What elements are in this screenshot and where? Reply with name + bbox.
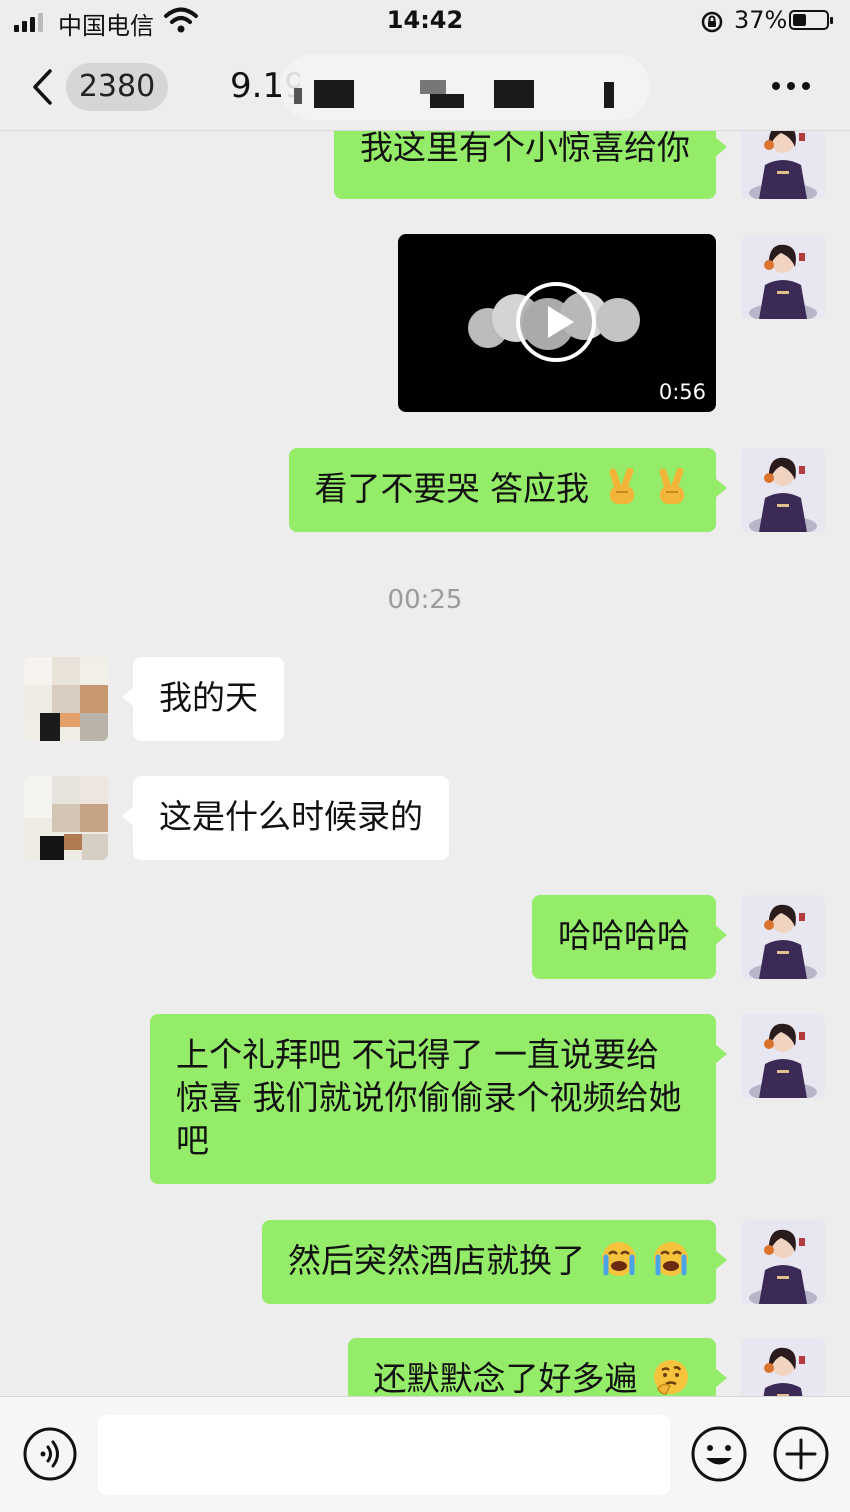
self-avatar[interactable]	[741, 131, 825, 199]
voice-input-icon[interactable]	[22, 1426, 78, 1482]
loudly-crying-face-icon	[654, 1242, 688, 1276]
battery-icon	[789, 10, 833, 30]
victory-hand-icon	[609, 468, 634, 504]
message-bubble-incoming[interactable]: 这是什么时候录的	[122, 776, 449, 860]
message-bubble-outgoing[interactable]: 上个礼拜吧 不记得了 一直说要给惊喜 我们就说你偷偷录个视频给她吧	[150, 1014, 727, 1184]
message-text: 上个礼拜吧 不记得了 一直说要给惊喜 我们就说你偷偷录个视频给她吧	[176, 1035, 682, 1160]
thinking-face-icon	[654, 1360, 688, 1395]
self-avatar[interactable]	[741, 235, 825, 319]
message-bubble-outgoing[interactable]: 看了不要哭 答应我	[288, 448, 727, 532]
message-text: 我这里有个小惊喜给你	[360, 131, 690, 167]
self-avatar[interactable]	[741, 1338, 825, 1396]
self-avatar[interactable]	[741, 895, 825, 979]
message-bubble-outgoing[interactable]: 我这里有个小惊喜给你	[334, 131, 727, 199]
emoji-picker-icon[interactable]	[690, 1425, 748, 1483]
message-bubble-incoming[interactable]: 我的天	[122, 657, 284, 741]
input-bar	[0, 1396, 850, 1512]
message-bubble-outgoing[interactable]: 哈哈哈哈	[532, 895, 727, 979]
message-text: 然后突然酒店就换了	[288, 1241, 585, 1280]
contact-avatar[interactable]	[24, 657, 108, 741]
more-functions-plus-icon[interactable]	[772, 1425, 830, 1483]
rotation-lock-icon	[701, 11, 723, 33]
contact-avatar[interactable]	[24, 776, 108, 860]
self-avatar[interactable]	[741, 1014, 825, 1098]
self-avatar[interactable]	[741, 1220, 825, 1304]
message-input[interactable]	[98, 1415, 670, 1495]
battery-percentage: 37%	[734, 6, 788, 34]
status-bar: 中国电信 14:42 37%	[0, 0, 850, 44]
message-text: 我的天	[159, 678, 258, 717]
victory-hand-icon	[659, 468, 684, 504]
message-text: 还默默念了好多遍	[373, 1359, 638, 1396]
message-text: 哈哈哈哈	[558, 916, 690, 955]
back-icon[interactable]	[30, 68, 54, 106]
more-options-icon[interactable]	[772, 82, 812, 94]
message-bubble-outgoing[interactable]: 然后突然酒店就换了	[262, 1220, 727, 1304]
message-timestamp: 00:25	[387, 585, 463, 615]
chat-header: 2380 9.19	[0, 44, 850, 131]
redacted-title-mosaic	[280, 44, 660, 130]
video-duration: 0:56	[658, 380, 706, 404]
message-list[interactable]: 我这里有个小惊喜给你 0:56 看了不要哭 答应我 00:25 我的天 这是什么…	[0, 131, 850, 1396]
message-text: 这是什么时候录的	[159, 797, 423, 836]
message-bubble-outgoing[interactable]: 还默默念了好多遍	[347, 1338, 727, 1396]
video-message[interactable]: 0:56	[398, 234, 716, 412]
self-avatar[interactable]	[741, 448, 825, 532]
unread-count-badge[interactable]: 2380	[66, 63, 168, 111]
message-text: 看了不要哭 答应我	[314, 469, 590, 508]
loudly-crying-face-icon	[601, 1242, 636, 1276]
